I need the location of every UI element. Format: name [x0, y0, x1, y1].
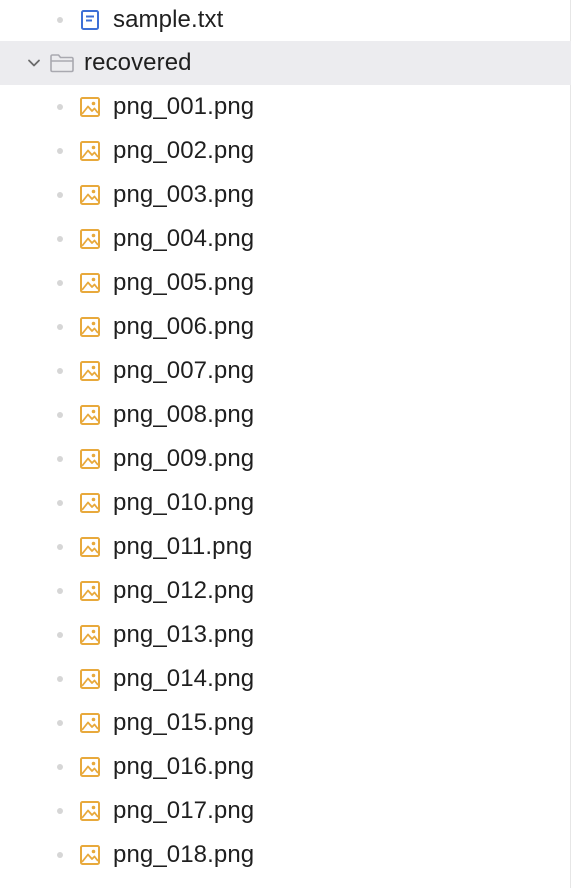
tree-item-label: png_014.png	[113, 665, 255, 692]
tree-bullet	[57, 500, 63, 506]
tree-item-file[interactable]: png_006.png	[0, 305, 571, 349]
tree-item-label: sample.txt	[113, 6, 224, 33]
file-tree: sample.txt recovered png_001.png png_002.…	[0, 0, 571, 888]
tree-item-file[interactable]: png_013.png	[0, 613, 571, 657]
image-file-icon	[80, 229, 100, 249]
tree-bullet	[57, 192, 63, 198]
tree-item-file[interactable]: png_002.png	[0, 129, 571, 173]
tree-item-label: png_013.png	[113, 621, 255, 648]
image-file-icon	[80, 493, 100, 513]
tree-item-label: png_008.png	[113, 401, 255, 428]
tree-bullet	[57, 456, 63, 462]
tree-item-file[interactable]: png_011.png	[0, 525, 571, 569]
image-file-icon	[80, 757, 100, 777]
tree-item-file[interactable]: png_003.png	[0, 173, 571, 217]
tree-folder-recovered[interactable]: recovered	[0, 41, 571, 85]
image-file-icon	[80, 581, 100, 601]
tree-bullet	[57, 148, 63, 154]
chevron-down-icon[interactable]	[24, 53, 44, 73]
image-file-icon	[80, 537, 100, 557]
tree-bullet	[57, 676, 63, 682]
tree-item-file[interactable]: png_009.png	[0, 437, 571, 481]
tree-item-file[interactable]: png_017.png	[0, 789, 571, 833]
tree-item-sample-txt[interactable]: sample.txt	[0, 0, 571, 42]
tree-bullet	[57, 368, 63, 374]
folder-icon	[50, 54, 74, 73]
tree-item-label: png_009.png	[113, 445, 255, 472]
tree-bullet	[57, 632, 63, 638]
tree-item-label: png_005.png	[113, 269, 255, 296]
tree-item-label: png_006.png	[113, 313, 255, 340]
tree-item-file[interactable]: png_014.png	[0, 657, 571, 701]
tree-item-label: png_015.png	[113, 709, 255, 736]
tree-item-label: png_011.png	[113, 533, 253, 560]
tree-bullet	[57, 808, 63, 814]
tree-item-label: png_016.png	[113, 753, 255, 780]
image-file-icon	[80, 801, 100, 821]
tree-item-label: png_007.png	[113, 357, 255, 384]
image-file-icon	[80, 713, 100, 733]
tree-item-label: png_018.png	[113, 841, 255, 868]
tree-bullet	[57, 764, 63, 770]
image-file-icon	[80, 141, 100, 161]
tree-item-file[interactable]: png_007.png	[0, 349, 571, 393]
tree-item-file[interactable]: png_012.png	[0, 569, 571, 613]
tree-item-label: png_002.png	[113, 137, 255, 164]
image-file-icon	[80, 273, 100, 293]
tree-item-label: png_001.png	[113, 93, 255, 120]
tree-item-label: png_012.png	[113, 577, 255, 604]
tree-item-file[interactable]: png_015.png	[0, 701, 571, 745]
image-file-icon	[80, 845, 100, 865]
tree-bullet	[57, 588, 63, 594]
tree-item-file[interactable]: png_001.png	[0, 85, 571, 129]
tree-item-file[interactable]: png_010.png	[0, 481, 571, 525]
image-file-icon	[80, 449, 100, 469]
tree-item-label: png_003.png	[113, 181, 255, 208]
image-file-icon	[80, 625, 100, 645]
tree-bullet	[57, 104, 63, 110]
tree-bullet	[57, 412, 63, 418]
tree-item-file[interactable]: png_008.png	[0, 393, 571, 437]
tree-item-file[interactable]: png_016.png	[0, 745, 571, 789]
folder-label: recovered	[84, 49, 192, 76]
image-file-icon	[80, 97, 100, 117]
tree-item-file[interactable]: png_018.png	[0, 833, 571, 877]
tree-item-file[interactable]: png_004.png	[0, 217, 571, 261]
image-file-icon	[80, 361, 100, 381]
image-file-icon	[80, 669, 100, 689]
tree-bullet	[57, 324, 63, 330]
tree-bullet	[57, 280, 63, 286]
tree-bullet	[57, 852, 63, 858]
image-file-icon	[80, 185, 100, 205]
text-file-icon	[81, 10, 99, 30]
tree-bullet	[57, 236, 63, 242]
tree-item-label: png_010.png	[113, 489, 255, 516]
image-file-icon	[80, 405, 100, 425]
tree-item-file[interactable]: png_005.png	[0, 261, 571, 305]
tree-bullet	[57, 720, 63, 726]
image-file-icon	[80, 317, 100, 337]
tree-bullet	[57, 17, 63, 23]
tree-item-label: png_017.png	[113, 797, 255, 824]
tree-bullet	[57, 544, 63, 550]
tree-item-label: png_004.png	[113, 225, 255, 252]
